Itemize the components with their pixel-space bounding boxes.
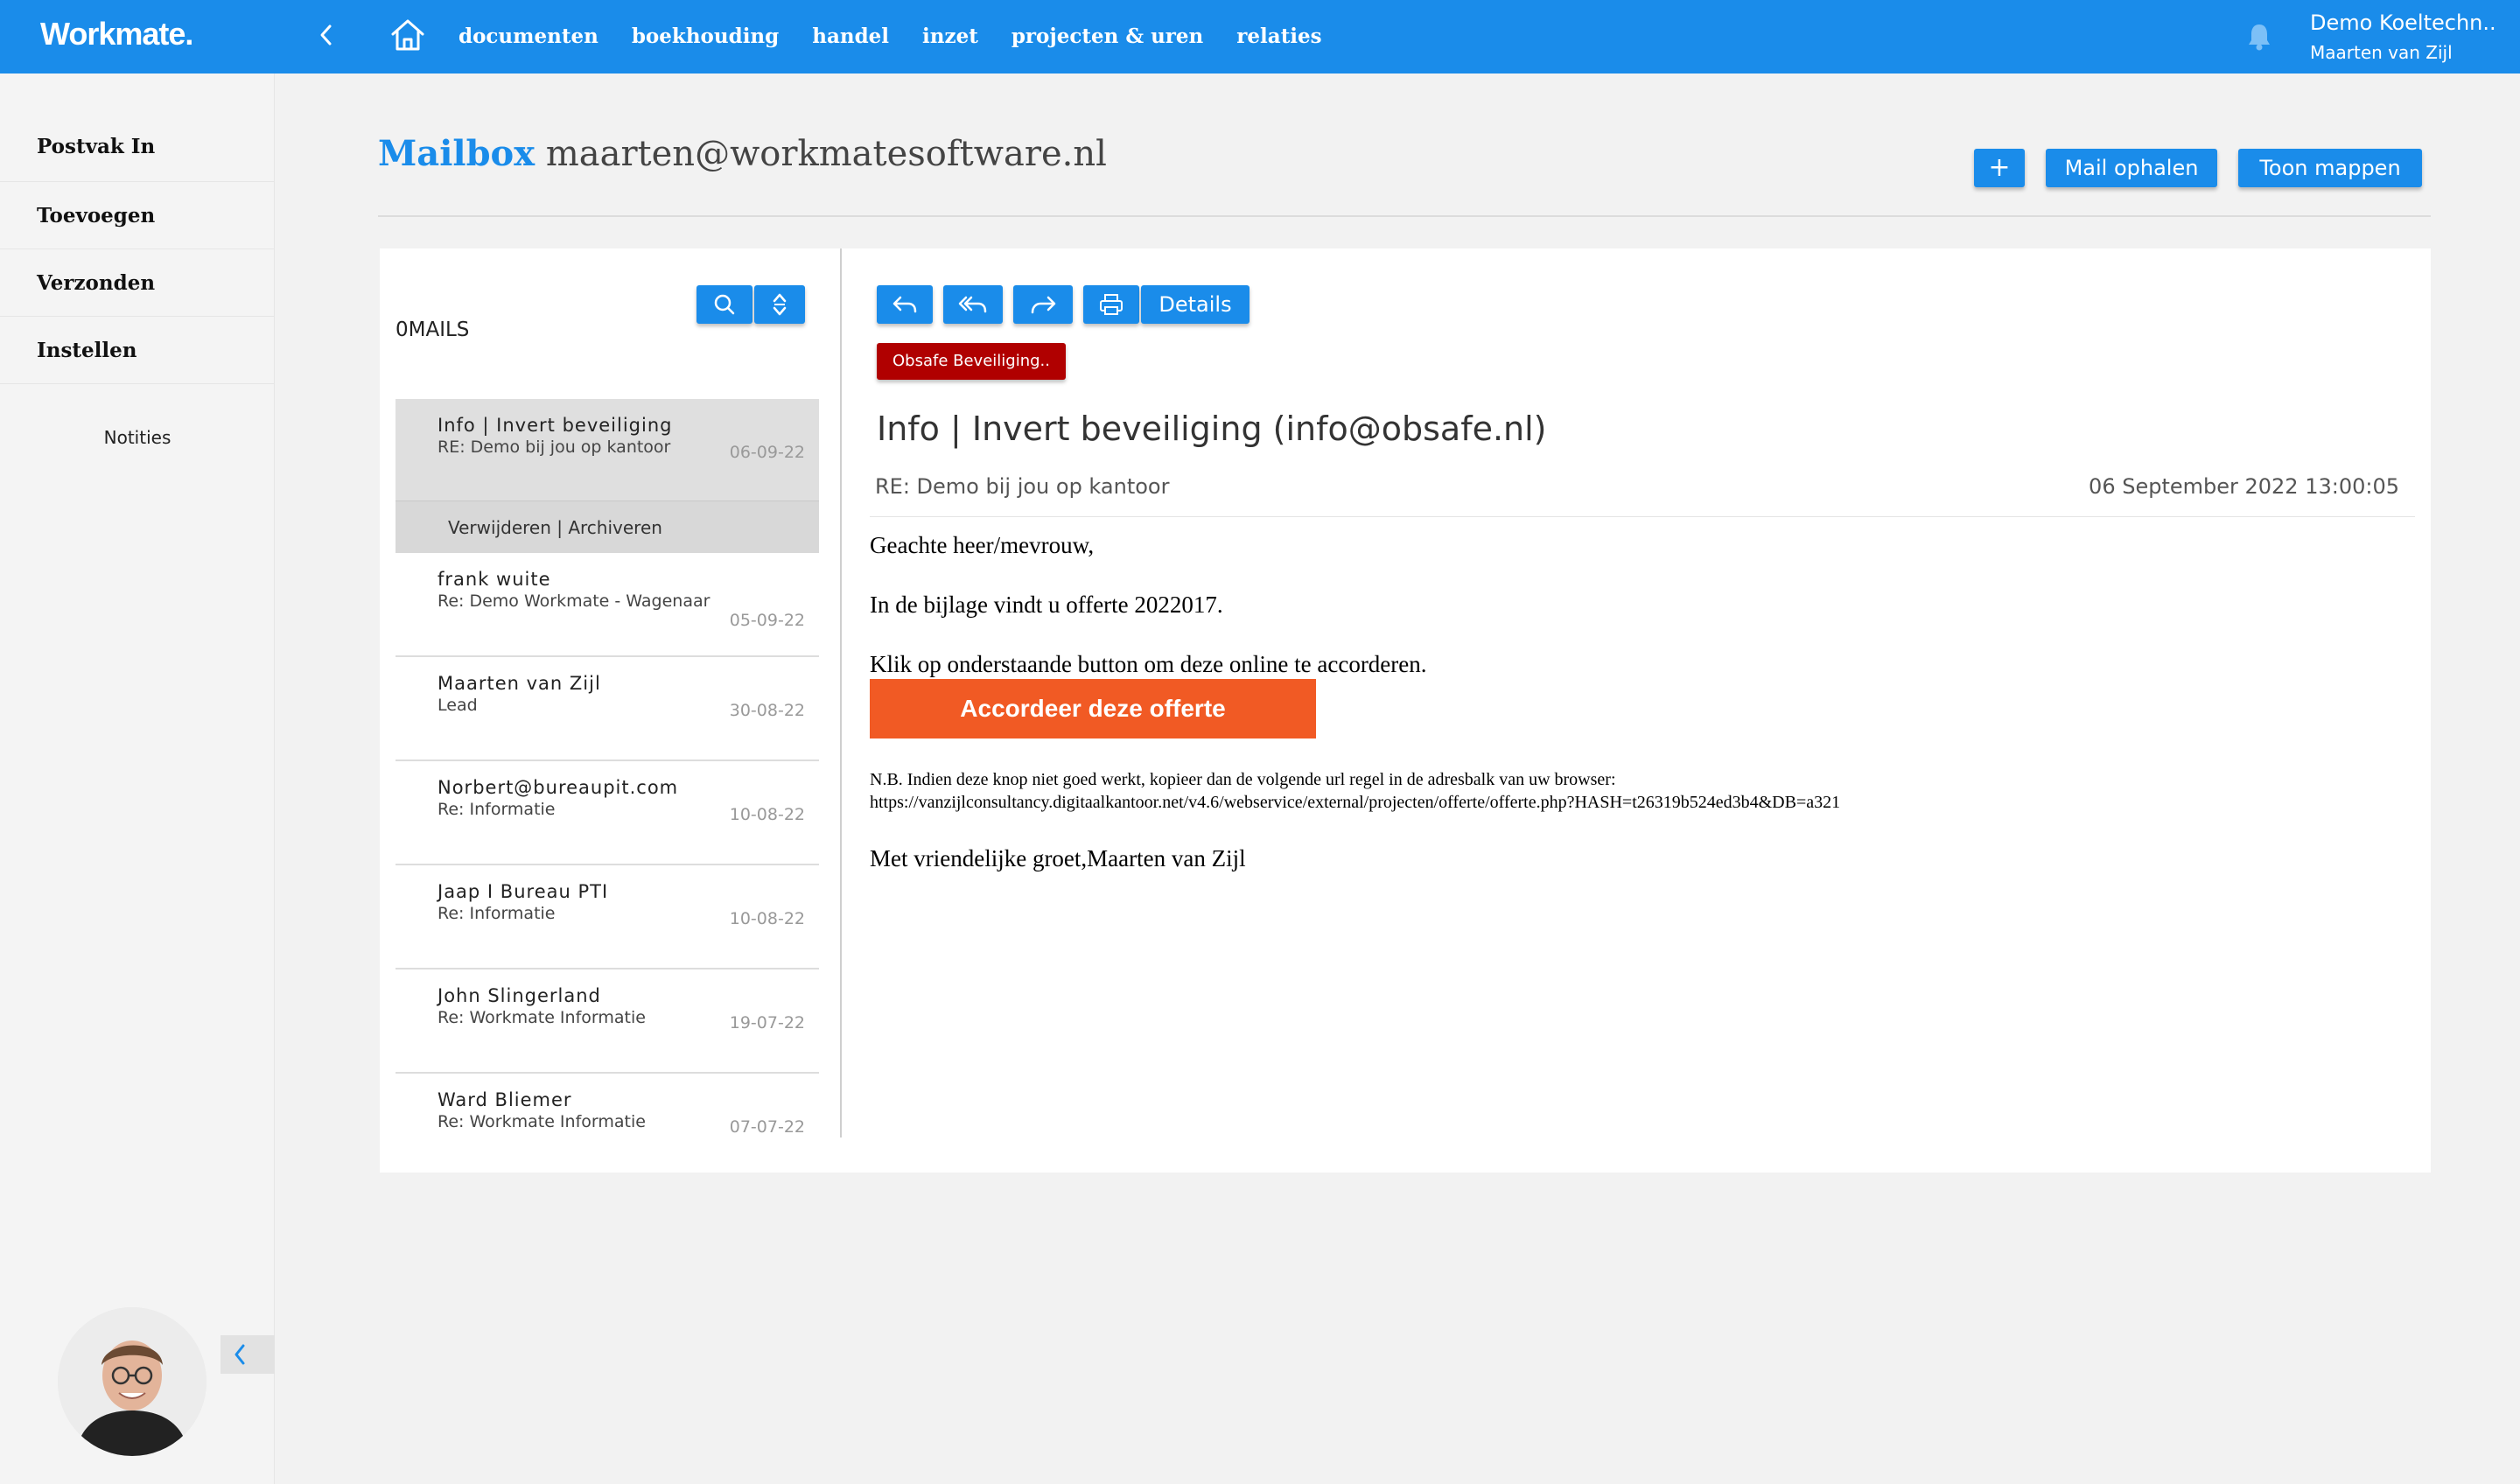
mail-panel: 0MAILS Info | Invert beveiliging RE: Dem… (380, 248, 2431, 1172)
mail-subject: Re: Workmate Informatie (438, 1008, 646, 1027)
show-folders-button[interactable]: Toon mappen (2238, 149, 2422, 187)
page-title-prefix: Mailbox (378, 133, 536, 174)
mail-date: 10-08-22 (729, 805, 805, 824)
list-item[interactable]: Ward Bliemer Re: Workmate Informatie 07-… (396, 1074, 819, 1144)
message-subject: RE: Demo bij jou op kantoor (875, 474, 1170, 499)
nav-boekhouding[interactable]: boekhouding (632, 24, 779, 48)
mail-date: 06-09-22 (729, 443, 805, 462)
accept-quote-button[interactable]: Accordeer deze offerte (870, 679, 1316, 738)
top-bar: Workmate. documenten boekhouding handel … (0, 0, 2520, 74)
mail-date: 05-09-22 (729, 611, 805, 630)
sidebar-item-instellen[interactable]: Instellen (0, 317, 274, 384)
mail-sender: John Slingerland (438, 985, 601, 1006)
mail-sender: Info | Invert beveiliging (438, 415, 673, 436)
mail-list: Info | Invert beveiliging RE: Demo bij j… (396, 399, 819, 1144)
message-note: N.B. Indien deze knop niet goed werkt, k… (870, 768, 1840, 814)
sidebar: Postvak In Toevoegen Verzonden Instellen… (0, 74, 275, 1484)
nav-documenten[interactable]: documenten (458, 24, 598, 48)
list-item[interactable]: John Slingerland Re: Workmate Informatie… (396, 970, 819, 1074)
header-divider (378, 215, 2431, 217)
details-button[interactable]: Details (1141, 285, 1250, 324)
mail-date: 19-07-22 (729, 1013, 805, 1032)
bell-icon[interactable] (2245, 21, 2273, 52)
mail-sender: Ward Bliemer (438, 1089, 572, 1110)
reply-button[interactable] (877, 285, 933, 324)
mail-sender: Jaap I Bureau PTI (438, 881, 609, 902)
mail-date: 07-07-22 (729, 1117, 805, 1137)
mail-subject: Re: Informatie (438, 904, 556, 923)
sort-button[interactable] (754, 285, 805, 324)
mail-subject: Re: Workmate Informatie (438, 1112, 646, 1131)
message-greeting: Geachte heer/mevrouw, (870, 532, 1095, 558)
fetch-mail-button[interactable]: Mail ophalen (2046, 149, 2217, 187)
add-button[interactable]: + (1974, 149, 2025, 187)
chevron-left-icon[interactable] (313, 18, 340, 52)
mail-subject: Lead (438, 696, 478, 715)
sidebar-item-postvak-in[interactable]: Postvak In (0, 112, 274, 182)
company-name[interactable]: Demo Koeltechn.. (2310, 10, 2496, 35)
sender-tag[interactable]: Obsafe Beveiliging.. (877, 343, 1066, 380)
list-item[interactable]: frank wuite Re: Demo Workmate - Wagenaar… (396, 553, 819, 657)
logo[interactable]: Workmate. (40, 16, 193, 52)
message-note-text: N.B. Indien deze knop niet goed werkt, k… (870, 770, 1616, 789)
message-line-1: In de bijlage vindt u offerte 2022017. (870, 592, 1223, 618)
list-item[interactable]: Info | Invert beveiliging RE: Demo bij j… (396, 399, 819, 500)
mail-subject: Re: Informatie (438, 800, 556, 819)
page-title-address: maarten@workmatesoftware.nl (545, 134, 1107, 174)
message-sender: Info | Invert beveiliging (info@obsafe.n… (877, 410, 1547, 448)
search-button[interactable] (696, 285, 752, 324)
mail-sender: Norbert@bureaupit.com (438, 777, 679, 798)
message-divider (870, 516, 2415, 517)
reading-pane: Details Obsafe Beveiliging.. Info | Inve… (842, 248, 2431, 1172)
sidebar-item-verzonden[interactable]: Verzonden (0, 249, 274, 317)
avatar[interactable] (58, 1307, 206, 1456)
mail-subject: RE: Demo bij jou op kantoor (438, 438, 671, 457)
message-line-2: Klik op onderstaande button om deze onli… (870, 651, 1427, 677)
nav-relaties[interactable]: relaties (1236, 24, 1321, 48)
main-nav: documenten boekhouding handel inzet proj… (458, 24, 1355, 48)
nav-projecten-uren[interactable]: projecten & uren (1012, 24, 1203, 48)
list-item[interactable]: Norbert@bureaupit.com Re: Informatie 10-… (396, 761, 819, 865)
mail-subject: Re: Demo Workmate - Wagenaar (438, 592, 710, 611)
list-item[interactable]: Maarten van Zijl Lead 30-08-22 (396, 657, 819, 761)
user-name[interactable]: Maarten van Zijl (2310, 42, 2453, 63)
print-button[interactable] (1083, 285, 1139, 324)
sidebar-collapse-button[interactable] (220, 1335, 275, 1374)
mail-sender: Maarten van Zijl (438, 673, 601, 694)
mail-actions-delete-archive[interactable]: Verwijderen | Archiveren (396, 500, 819, 553)
forward-button[interactable] (1013, 285, 1073, 324)
sidebar-item-toevoegen[interactable]: Toevoegen (0, 182, 274, 249)
message-closing: Met vriendelijke groet,Maarten van Zijl (870, 845, 1246, 872)
nav-handel[interactable]: handel (812, 24, 889, 48)
mail-date: 30-08-22 (729, 701, 805, 720)
sidebar-item-notities[interactable]: Notities (0, 427, 275, 448)
page-title: Mailbox maarten@workmatesoftware.nl (378, 133, 1107, 174)
reply-all-button[interactable] (943, 285, 1003, 324)
mail-date: 10-08-22 (729, 909, 805, 928)
mail-sender: frank wuite (438, 569, 551, 590)
message-date: 06 September 2022 13:00:05 (2089, 474, 2399, 499)
mail-list-column: 0MAILS Info | Invert beveiliging RE: Dem… (380, 248, 842, 1138)
list-item[interactable]: Jaap I Bureau PTI Re: Informatie 10-08-2… (396, 865, 819, 970)
message-note-url[interactable]: https://vanzijlconsultancy.digitaalkanto… (870, 791, 1840, 814)
mail-count: 0MAILS (396, 318, 470, 341)
nav-inzet[interactable]: inzet (922, 24, 978, 48)
home-icon[interactable] (388, 16, 427, 54)
